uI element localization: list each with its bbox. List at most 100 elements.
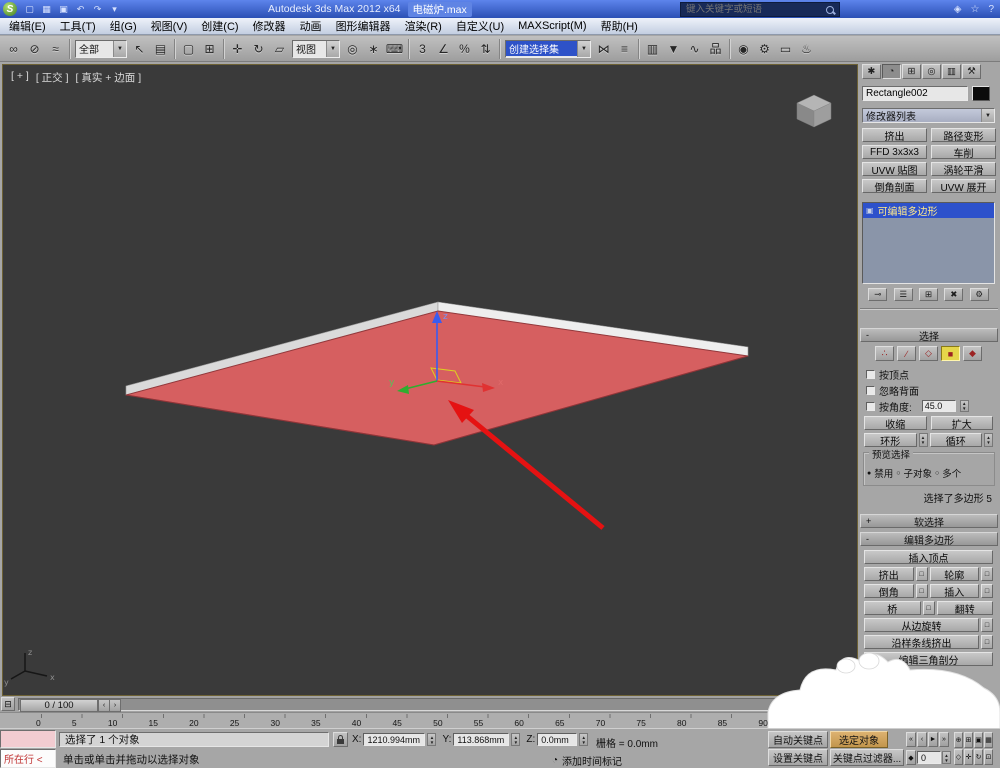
select-object-icon[interactable]: ↖ [129, 38, 150, 59]
open-file-icon[interactable]: ▦ [39, 2, 54, 16]
select-and-link-icon[interactable]: ∞ [3, 38, 24, 59]
new-scene-icon[interactable]: ▢ [22, 2, 37, 16]
turbosmooth-modifier-button[interactable]: 涡轮平滑 [931, 162, 996, 176]
field-of-view-icon[interactable]: ◇ [954, 749, 963, 765]
bevel-button-settings[interactable]: □ [916, 584, 928, 598]
search-icon[interactable] [826, 6, 834, 14]
menu-item-10[interactable]: 自定义(U) [449, 18, 511, 34]
selected-objects-mode-button[interactable]: 选定对象 [830, 731, 888, 748]
x-coord-spinner[interactable]: ▲▼ [427, 733, 436, 746]
path-deform-modifier-button[interactable]: 路径变形 [931, 128, 996, 142]
add-time-tag-label[interactable]: 添加时间标记 [562, 753, 622, 768]
ring-spinner[interactable]: ▲▼ [919, 433, 928, 447]
menu-item-3[interactable]: 组(G) [103, 18, 144, 34]
select-and-move-icon[interactable]: ✛ [227, 38, 248, 59]
select-and-scale-icon[interactable]: ▱ [269, 38, 290, 59]
mirror-icon[interactable]: ⋈ [593, 38, 614, 59]
border-subobject-icon[interactable]: ◇ [919, 346, 938, 361]
hinge-from-edge-button[interactable]: 从边旋转 [864, 618, 979, 632]
select-by-name-icon[interactable]: ▤ [150, 38, 171, 59]
window-crossing-toggle-icon[interactable]: ⊞ [199, 38, 220, 59]
macro-recorder-pane[interactable] [0, 730, 56, 748]
tab-display[interactable]: ▥ [942, 64, 961, 79]
outline-button-settings[interactable]: □ [981, 567, 993, 581]
chevron-down-icon[interactable]: ▼ [981, 109, 994, 122]
radio-unselected-icon[interactable]: ○ [896, 470, 900, 477]
viewport-menu-general[interactable]: [ + ] [11, 70, 29, 85]
menu-item-8[interactable]: 图形编辑器 [329, 18, 398, 34]
redo-icon[interactable]: ↷ [90, 2, 105, 16]
expand-icon[interactable]: + [866, 516, 871, 526]
select-and-manipulate-icon[interactable]: ∗ [363, 38, 384, 59]
material-editor-icon[interactable]: ◉ [733, 38, 754, 59]
z-coord-field[interactable]: 0.0mm [537, 733, 577, 746]
make-unique-icon[interactable]: ⊞ [919, 288, 938, 301]
favorites-icon[interactable]: ☆ [970, 4, 979, 15]
maximize-viewport-toggle-icon[interactable]: ⊡ [984, 749, 993, 765]
menu-item-9[interactable]: 渲染(R) [398, 18, 449, 34]
collapse-icon[interactable]: - [866, 330, 869, 340]
radio-multiple-label[interactable]: 多个 [942, 466, 961, 480]
menu-item-6[interactable]: 修改器 [246, 18, 293, 34]
percent-snap-icon[interactable]: % [454, 38, 475, 59]
z-coord-spinner[interactable]: ▲▼ [579, 733, 588, 746]
radio-subobject-label[interactable]: 子对象 [903, 466, 932, 480]
unlink-selection-icon[interactable]: ⊘ [24, 38, 45, 59]
keyboard-shortcut-override-icon[interactable]: ⌨ [384, 38, 405, 59]
outline-button[interactable]: 轮廓 [930, 567, 980, 581]
element-subobject-icon[interactable]: ◆ [963, 346, 982, 361]
menu-item-11[interactable]: MAXScript(M) [511, 18, 593, 34]
select-and-rotate-icon[interactable]: ↻ [248, 38, 269, 59]
graphite-modeling-tools-icon[interactable]: ▼ [663, 38, 684, 59]
add-time-tag[interactable]: ◔ 添加时间标记 [552, 753, 622, 768]
menu-item-2[interactable]: 工具(T) [53, 18, 103, 34]
reference-coordinate-system-dropdown[interactable]: 视图▼ [292, 40, 340, 58]
open-mini-curve-editor-button[interactable]: ⊟ [1, 697, 15, 711]
rendered-frame-window-icon[interactable]: ▭ [775, 38, 796, 59]
flip-button[interactable]: 翻转 [937, 601, 994, 615]
rollout-selection-header[interactable]: - 选择 [860, 328, 998, 342]
spinner-snap-icon[interactable]: ⇅ [475, 38, 496, 59]
key-mode-toggle-button[interactable]: ◆ [906, 750, 916, 765]
time-slider-track[interactable]: 0 / 100 ‹ › [18, 698, 853, 711]
menu-item-12[interactable]: 帮助(H) [594, 18, 645, 34]
extrude-button[interactable]: 挤出 [864, 567, 914, 581]
show-end-result-icon[interactable]: ☰ [894, 288, 913, 301]
loop-button[interactable]: 循环 [930, 433, 983, 447]
render-setup-icon[interactable]: ⚙ [754, 38, 775, 59]
lathe-modifier-button[interactable]: 车削 [931, 145, 996, 159]
go-to-end-button[interactable]: » [939, 732, 949, 747]
loop-spinner[interactable]: ▲▼ [984, 433, 993, 447]
zoom-icon[interactable]: ⊕ [954, 732, 963, 748]
ignore-backfacing-checkbox[interactable] [866, 386, 875, 395]
bevel-profile-modifier-button[interactable]: 倒角剖面 [862, 179, 927, 193]
y-coord-field[interactable]: 113.868mm [453, 733, 509, 746]
undo-icon[interactable]: ↶ [73, 2, 88, 16]
extrude-along-spline-button[interactable]: 沿样条线挤出 [864, 635, 979, 649]
help-icon[interactable]: ? [988, 4, 994, 15]
snap-toggle-icon[interactable]: 3 [412, 38, 433, 59]
viewport-menu-pov[interactable]: [ 正交 ] [36, 70, 69, 85]
app-logo-icon[interactable]: S [3, 2, 17, 16]
configure-modifier-sets-icon[interactable]: ⚙ [970, 288, 989, 301]
selection-lock-toggle[interactable] [333, 732, 348, 747]
save-file-icon[interactable]: ▣ [56, 2, 71, 16]
auto-key-button[interactable]: 自动关键点 [768, 731, 828, 748]
align-icon[interactable]: ≡ [614, 38, 635, 59]
x-coord-field[interactable]: 1210.994mm [363, 733, 425, 746]
bevel-button[interactable]: 倒角 [864, 584, 914, 598]
pan-view-icon[interactable]: ✛ [964, 749, 973, 765]
play-animation-button[interactable]: ► [928, 732, 938, 747]
menu-item-4[interactable]: 视图(V) [144, 18, 195, 34]
radio-selected-icon[interactable]: ● [867, 470, 871, 477]
hinge-from-edge-button-settings[interactable]: □ [981, 618, 993, 632]
object-name-field[interactable] [862, 86, 968, 101]
layer-manager-icon[interactable]: ▥ [642, 38, 663, 59]
tab-modify[interactable]: ◔ [882, 64, 901, 79]
use-pivot-point-center-icon[interactable]: ◎ [342, 38, 363, 59]
zoom-all-icon[interactable]: ⊞ [964, 732, 973, 748]
track-bar[interactable]: 0510152025303540455055606570758085909510… [0, 712, 858, 728]
object-color-swatch[interactable] [972, 86, 990, 101]
zoom-extents-icon[interactable]: ▣ [974, 732, 983, 748]
viewport-scene[interactable]: x y z x y z [3, 65, 857, 695]
